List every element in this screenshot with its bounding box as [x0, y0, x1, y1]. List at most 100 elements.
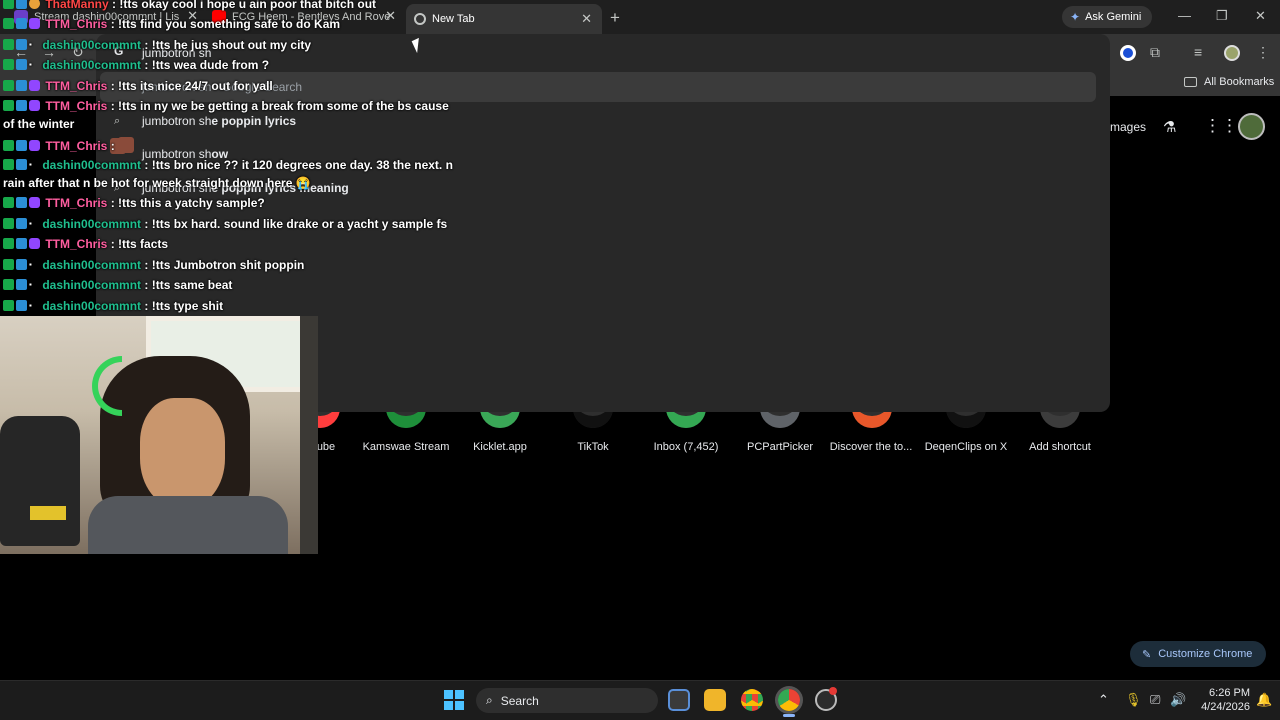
vip-badge-icon: [16, 279, 27, 290]
close-icon[interactable]: ✕: [581, 11, 592, 27]
moderator-badge-icon: [3, 100, 14, 111]
customize-chrome-button[interactable]: ✎ Customize Chrome: [1130, 641, 1266, 667]
chat-text: : !tts in ny we be getting a break from …: [110, 99, 449, 113]
restore-icon[interactable]: ❐: [1216, 8, 1228, 24]
chat-username: dashin00commnt: [42, 158, 142, 172]
chat-username: dashin00commnt: [42, 278, 142, 292]
shortcut-label[interactable]: Kicklet.app: [452, 441, 548, 453]
shortcut-label[interactable]: PCPartPicker: [732, 441, 828, 453]
tray-chevron-icon[interactable]: ⌃: [1098, 692, 1109, 708]
moderator-badge-icon: [3, 238, 14, 249]
minimize-icon[interactable]: —: [1178, 8, 1191, 23]
vip-badge-icon: [16, 140, 27, 151]
gemini-sparkle-icon: ✦: [1070, 10, 1081, 24]
suggestion-item[interactable]: jumbotron she poppin lyrics: [142, 114, 296, 128]
shortcut-label[interactable]: TikTok: [545, 441, 641, 453]
chat-text: : !tts bx hard. sound like drake or a ya…: [144, 217, 448, 231]
moderator-badge-icon: [3, 59, 14, 70]
chat-username: TTM_Chris: [45, 237, 108, 251]
ask-gemini-label: Ask Gemini: [1085, 11, 1142, 23]
images-link[interactable]: mages: [1110, 120, 1146, 134]
labs-flask-icon[interactable]: ⚗: [1163, 118, 1176, 136]
file-explorer-icon[interactable]: [704, 689, 726, 711]
account-avatar[interactable]: [1238, 113, 1265, 140]
shortcut-label[interactable]: Kamswae Stream: [358, 441, 454, 453]
tab-new-tab[interactable]: New Tab ✕: [406, 4, 602, 34]
chat-message: TTM_Chris :: [3, 137, 134, 153]
shortcut-label[interactable]: Inbox (7,452): [638, 441, 734, 453]
chat-message: TTM_Chris : !tts in ny we be getting a b…: [3, 99, 449, 113]
chat-text: : !tts Jumbotron shit poppin: [144, 258, 305, 272]
chat-username: dashin00commnt: [42, 58, 142, 72]
windows-start-icon[interactable]: [444, 690, 464, 710]
vip-badge-icon: [16, 159, 27, 170]
chat-username: TTM_Chris: [45, 17, 108, 31]
taskbar-clock[interactable]: 6:26 PM 4/24/2026: [1196, 686, 1250, 714]
chat-username: dashin00commnt: [42, 38, 142, 52]
subscriber-badge-icon: [29, 140, 40, 151]
search-icon: ⌕: [114, 115, 121, 127]
chat-username: TTM_Chris: [45, 79, 108, 93]
chat-username: TTM_Chris: [45, 99, 108, 113]
menu-dots-icon[interactable]: ⋮: [1256, 44, 1270, 61]
microphone-icon[interactable]: 🎙: [1125, 692, 1142, 708]
ask-gemini-button[interactable]: ✦ Ask Gemini: [1062, 6, 1152, 28]
chrome-app-icon[interactable]: [741, 689, 763, 711]
folder-icon: [1184, 77, 1197, 87]
small-badge-icon: ▪: [29, 260, 32, 269]
volume-icon[interactable]: 🔊: [1170, 692, 1186, 708]
shortcut-label[interactable]: Discover the to...: [823, 441, 919, 453]
chat-text: rain after that n be hot for week straig…: [3, 176, 311, 190]
chat-message: ▪ dashin00commnt : !tts bro nice ?? it 1…: [3, 158, 453, 172]
vip-badge-icon: [16, 238, 27, 249]
search-icon: ⌕: [486, 693, 493, 707]
window-close-icon[interactable]: ✕: [1255, 8, 1266, 24]
shortcut-label[interactable]: DeqenClips on X: [918, 441, 1014, 453]
profile-avatar-icon[interactable]: [1224, 45, 1240, 61]
store-app-icon[interactable]: [668, 689, 690, 711]
vip-badge-icon: [16, 197, 27, 208]
small-badge-icon: ▪: [29, 301, 32, 310]
chat-text: : !tts okay cool i hope u ain poor that …: [112, 0, 377, 11]
new-tab-plus-icon[interactable]: +: [610, 8, 620, 28]
small-badge-icon: ▪: [29, 60, 32, 69]
gift-badge-icon: [29, 0, 40, 9]
chat-text: of the winter: [3, 117, 75, 131]
shortcut-label[interactable]: Add shortcut: [1012, 441, 1108, 453]
chat-message: TTM_Chris : !tts find you something safe…: [3, 17, 340, 31]
media-controls-icon[interactable]: ≡: [1194, 44, 1202, 60]
notifications-bell-icon[interactable]: 🔔: [1256, 692, 1272, 708]
suggestion-typed: jumbotron sh: [142, 114, 212, 128]
vip-badge-icon: [16, 39, 27, 50]
chrome-active-app-icon[interactable]: [778, 689, 800, 711]
chat-message: ▪ dashin00commnt : !tts same beat: [3, 278, 232, 292]
emote-icon: [117, 137, 134, 153]
small-badge-icon: ▪: [29, 280, 32, 289]
chat-text: : !tts he jus shout out my city: [144, 38, 312, 52]
extension-blue-icon[interactable]: [1120, 45, 1136, 61]
chat-username: dashin00commnt: [42, 299, 142, 313]
chat-text: : !tts wea dude from ?: [144, 58, 270, 72]
suggestion-completion: e poppin lyrics: [211, 114, 297, 128]
close-icon[interactable]: ✕: [385, 8, 396, 24]
taskbar-search[interactable]: ⌕ Search: [476, 688, 658, 713]
webcam-face: [140, 398, 225, 508]
chat-text: : !tts its nice 24/7 out for yall: [110, 79, 273, 93]
subscriber-badge-icon: [29, 100, 40, 111]
vip-badge-icon: [16, 80, 27, 91]
chat-username: TTM_Chris: [45, 139, 108, 153]
chat-text: : !tts facts: [110, 237, 169, 251]
active-app-indicator: [783, 714, 795, 717]
small-badge-icon: ▪: [29, 219, 32, 228]
moderator-badge-icon: [3, 259, 14, 270]
subscriber-badge-icon: [29, 238, 40, 249]
chat-username: TTM_Chris: [45, 196, 108, 210]
chat-message: ▪ dashin00commnt : !tts he jus shout out…: [3, 38, 311, 52]
all-bookmarks-button[interactable]: All Bookmarks: [1184, 76, 1274, 88]
extensions-puzzle-icon[interactable]: ⧉: [1150, 44, 1160, 61]
network-icon[interactable]: ⎚: [1150, 692, 1160, 708]
moderator-badge-icon: [3, 39, 14, 50]
subscriber-badge-icon: [29, 80, 40, 91]
chat-text: : !tts same beat: [144, 278, 233, 292]
subscriber-badge-icon: [29, 18, 40, 29]
